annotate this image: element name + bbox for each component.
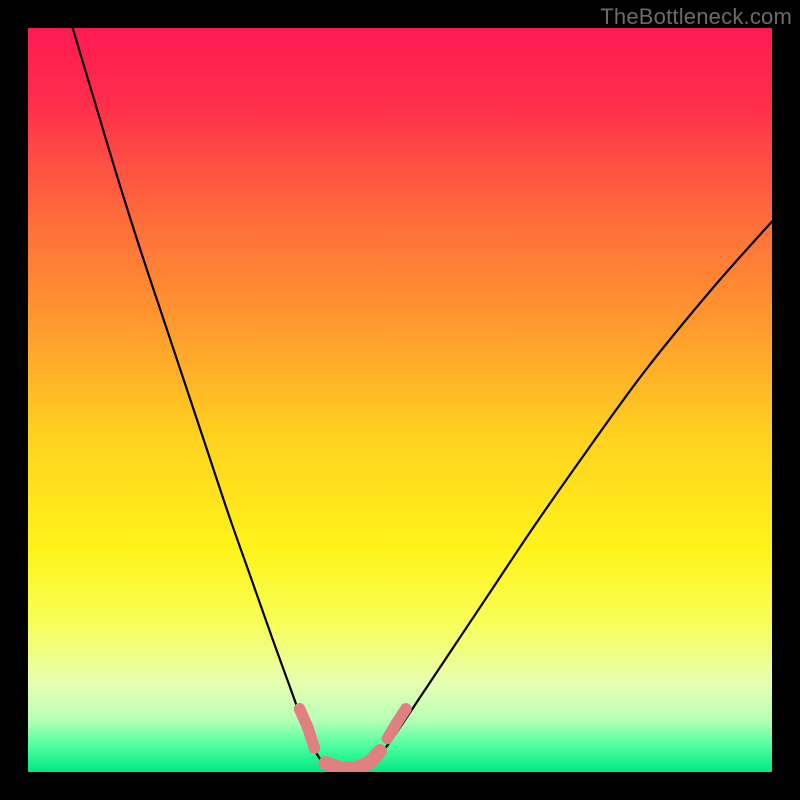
watermark-text: TheBottleneck.com [600, 4, 792, 30]
optimum-side-dash [396, 709, 406, 724]
optimum-side-dash [308, 727, 315, 748]
gradient-background [28, 28, 772, 772]
chart-svg [28, 28, 772, 772]
chart-plot-area [28, 28, 772, 772]
outer-black-frame: TheBottleneck.com [0, 0, 800, 800]
